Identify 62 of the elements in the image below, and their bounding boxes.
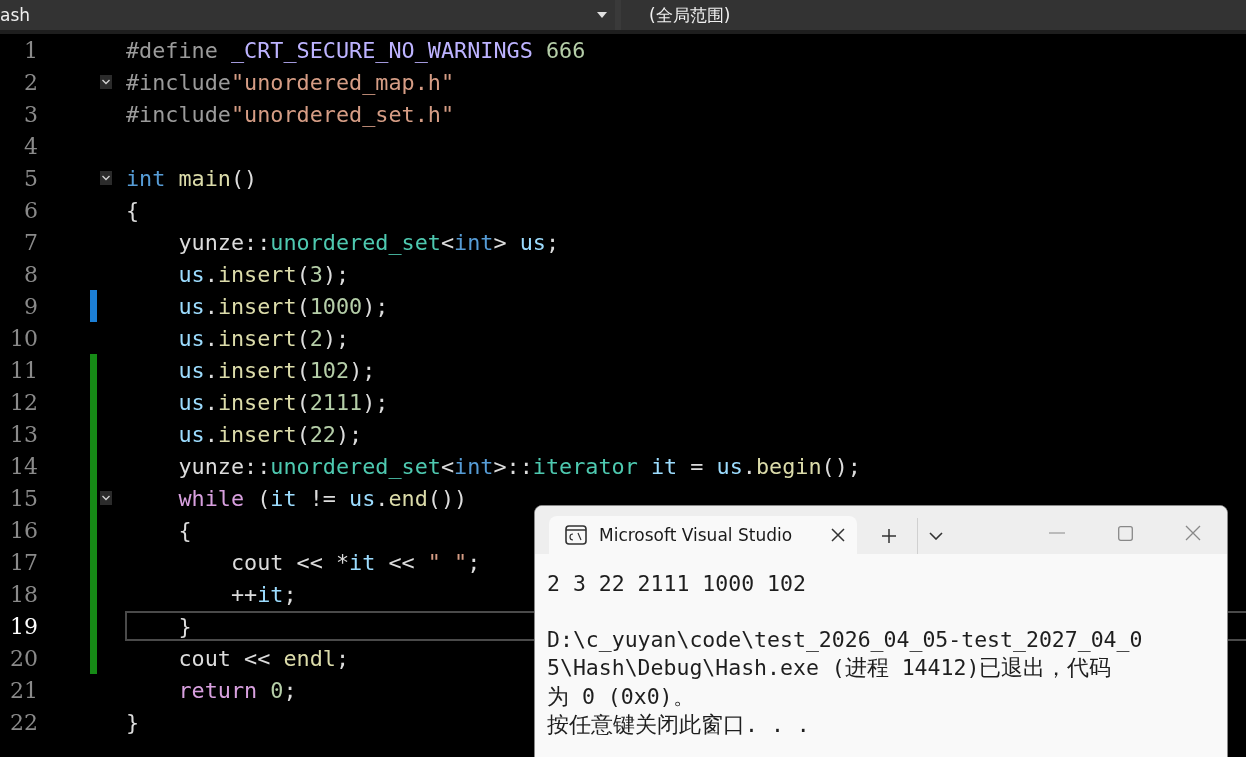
console-output-line: 按任意键关闭此窗口. . . [547, 712, 810, 737]
terminal-icon [565, 525, 587, 545]
line-number: 7 [23, 229, 38, 255]
line-number: 10 [9, 325, 38, 351]
collapse-icon[interactable] [100, 491, 112, 505]
code-line: { [126, 197, 140, 223]
code-line: yunze::unordered_set<int>::iterator it = us.begin(); [177, 453, 861, 479]
console-output-line: D:\c_yuyan\code\test_2026_04_05-test_2027_04_0 [547, 626, 1143, 652]
close-tab-icon[interactable] [831, 528, 845, 542]
line-number: 13 [9, 421, 38, 447]
line-number: 18 [9, 581, 38, 607]
chevron-down-icon [928, 532, 943, 540]
line-number: 3 [23, 101, 38, 127]
code-line: int main() [126, 165, 258, 191]
line-number: 17 [9, 549, 38, 575]
code-line: } [126, 709, 140, 735]
code-line: { [177, 517, 192, 543]
code-line: ++it; [229, 581, 297, 607]
line-number: 15 [9, 485, 38, 511]
console-output-line: 为 0 (0x0)。 [547, 683, 695, 709]
line-number: 6 [23, 197, 38, 223]
code-line: #include"unordered_set.h" [126, 101, 455, 127]
code-line: us.insert(22); [177, 421, 363, 447]
line-number: 9 [23, 293, 38, 319]
caret-icon [597, 12, 607, 18]
line-number: 8 [23, 261, 38, 287]
close-icon [1185, 525, 1201, 541]
line-number: 4 [23, 133, 38, 159]
console-output-line: 5\Hash\Debug\Hash.exe (进程 14412)已退出，代码 [547, 655, 1112, 680]
line-number: 11 [9, 357, 38, 383]
code-line: yunze::unordered_set<int> us; [177, 229, 560, 255]
line-number: 1 [23, 37, 38, 63]
console-tab[interactable]: Microsoft Visual Studio [549, 516, 857, 554]
line-number: 21 [9, 677, 38, 703]
code-line: cout << endl; [177, 645, 350, 671]
code-line: while (it != us.end()) [177, 485, 468, 511]
code-line: us.insert(102); [177, 357, 376, 383]
collapse-icon[interactable] [100, 171, 112, 185]
code-line: cout << *it << " "; [229, 549, 481, 575]
plus-icon [881, 528, 897, 544]
code-line: return 0; [177, 677, 297, 703]
file-dropdown[interactable]: ash [0, 0, 615, 30]
line-number: 22 [9, 709, 38, 735]
console-output-line: 2 3 22 2111 1000 102 [547, 571, 806, 596]
code-line: } [177, 613, 192, 639]
line-number: 16 [9, 517, 38, 543]
line-number: 20 [9, 645, 38, 671]
line-number: 5 [23, 165, 38, 191]
line-number: 19 [9, 613, 38, 639]
line-number: 14 [9, 453, 38, 479]
collapse-icon[interactable] [100, 75, 112, 89]
minimize-icon [1049, 532, 1065, 534]
maximize-icon [1117, 525, 1133, 541]
code-line: #include"unordered_map.h" [126, 69, 455, 95]
line-number: 2 [23, 69, 38, 95]
code-line: us.insert(2); [177, 325, 350, 351]
line-number: 12 [9, 389, 38, 415]
code-line: #define _CRT_SECURE_NO_WARNINGS 666 [126, 37, 586, 63]
code-line: us.insert(1000); [177, 293, 389, 319]
scope-dropdown[interactable]: (全局范围) [621, 0, 1246, 30]
code-line: us.insert(2111); [177, 389, 389, 415]
code-line: us.insert(3); [177, 261, 350, 287]
